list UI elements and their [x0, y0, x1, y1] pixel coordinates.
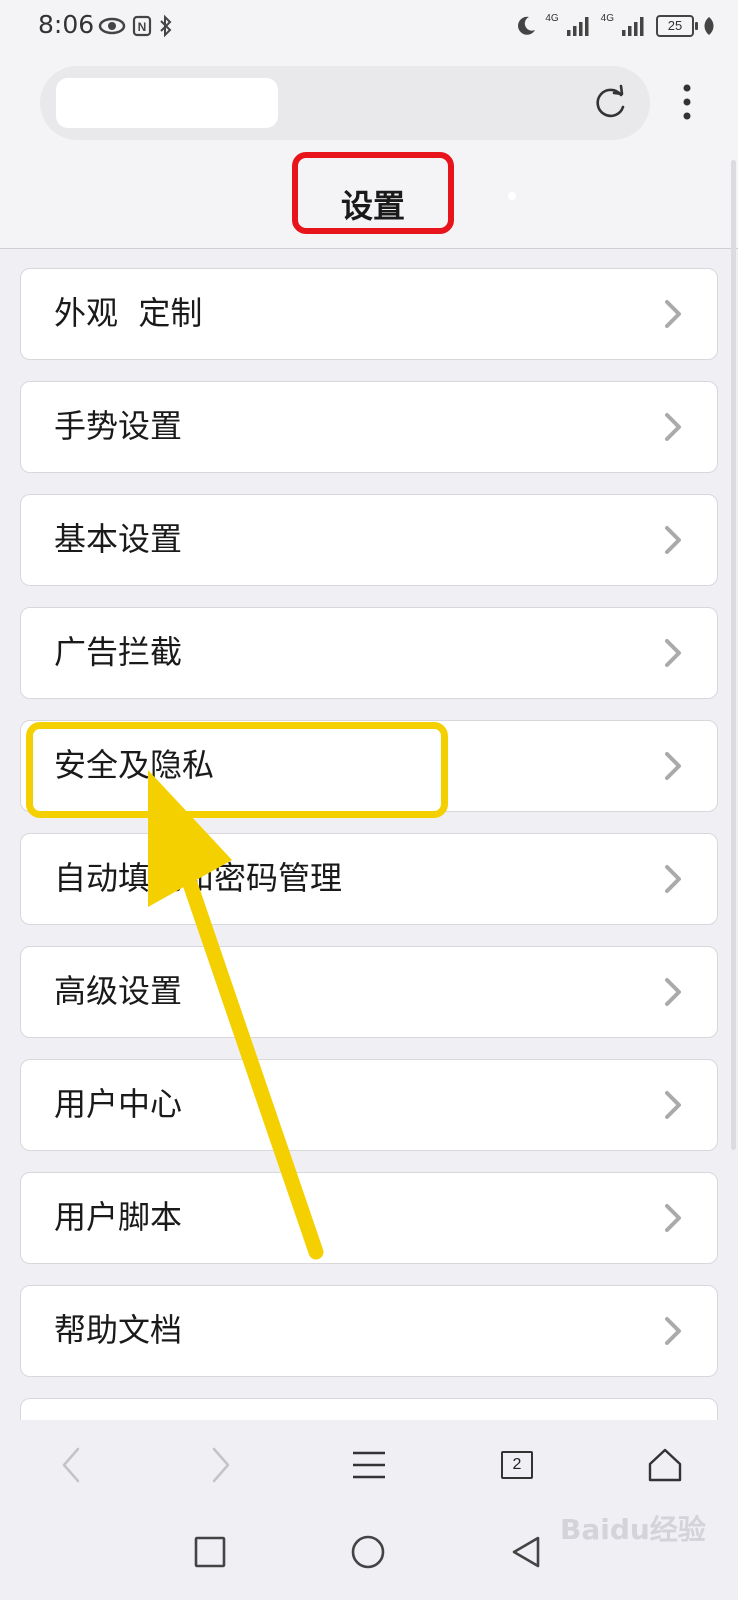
status-icons-right: 4G 4G 25	[515, 12, 716, 40]
home-icon	[648, 1448, 682, 1482]
home-button[interactable]	[640, 1440, 690, 1490]
chevron-right-icon	[665, 752, 681, 780]
url-input[interactable]	[56, 78, 278, 128]
chevron-right-icon	[665, 300, 681, 328]
watermark-logo: Baidu经验	[560, 1513, 706, 1546]
chevron-right-icon	[665, 865, 681, 893]
tabs-button[interactable]: 2	[492, 1440, 542, 1490]
network-label-2: 4G	[600, 12, 614, 24]
settings-item-label: 广告拦截	[54, 633, 183, 671]
menu-icon	[353, 1451, 385, 1479]
settings-item-advanced[interactable]: 高级设置	[20, 946, 718, 1038]
menu-button[interactable]	[344, 1440, 394, 1490]
settings-item-label: 高级设置	[54, 972, 183, 1010]
address-bar[interactable]	[40, 66, 650, 140]
status-bar: 8:06 N 4G 4G 25	[0, 0, 738, 52]
more-vertical-icon[interactable]	[670, 78, 704, 128]
back-button[interactable]	[46, 1440, 96, 1490]
browser-bar	[0, 52, 738, 152]
chevron-right-icon	[665, 1204, 681, 1232]
settings-item-adblock[interactable]: 广告拦截	[20, 607, 718, 699]
bottom-toolbar: 2	[0, 1420, 738, 1520]
triangle-back-icon[interactable]	[504, 1530, 548, 1574]
forward-button[interactable]	[196, 1440, 246, 1490]
chevron-right-icon	[665, 413, 681, 441]
page-title: 设置	[292, 152, 454, 234]
circle-icon[interactable]	[346, 1530, 390, 1574]
page-header: 设置	[0, 152, 738, 249]
moon-icon	[518, 16, 536, 35]
settings-item-label: 外观 定制	[54, 294, 203, 332]
settings-item-basic[interactable]: 基本设置	[20, 494, 718, 586]
settings-item-label: 手势设置	[54, 407, 183, 445]
settings-item-label: 用户脚本	[54, 1198, 183, 1236]
settings-item-label: 基本设置	[54, 520, 183, 558]
eye-icon	[98, 17, 126, 35]
square-icon[interactable]	[188, 1530, 232, 1574]
signal-icon	[566, 17, 589, 36]
chevron-right-icon	[665, 1091, 681, 1119]
bluetooth-icon	[160, 14, 172, 38]
settings-item-label: 帮助文档	[54, 1311, 183, 1349]
scrollbar[interactable]	[731, 160, 736, 1150]
signal-icon	[622, 17, 644, 36]
chevron-right-icon	[665, 526, 681, 554]
settings-item-help-docs[interactable]: 帮助文档	[20, 1285, 718, 1377]
svg-text:N: N	[138, 20, 147, 34]
reload-icon[interactable]	[590, 83, 630, 123]
settings-item-appearance[interactable]: 外观 定制	[20, 268, 718, 360]
chevron-right-icon	[665, 978, 681, 1006]
settings-item-label: 用户中心	[54, 1085, 183, 1123]
page-indicator-dot	[508, 192, 516, 200]
settings-item-gesture[interactable]: 手势设置	[20, 381, 718, 473]
settings-item-autofill-passwords[interactable]: 自动填充和密码管理	[20, 833, 718, 925]
status-icons-left: N	[98, 10, 174, 42]
chevron-right-icon	[665, 639, 681, 667]
nfc-icon: N	[132, 15, 152, 37]
settings-item-label: 安全及隐私	[54, 746, 215, 784]
settings-item-user-scripts[interactable]: 用户脚本	[20, 1172, 718, 1264]
chevron-right-icon	[665, 1317, 681, 1345]
settings-item-label: 自动填充和密码管理	[54, 859, 343, 897]
network-label-1: 4G	[545, 12, 559, 24]
chevron-right-icon	[212, 1447, 230, 1483]
settings-item-user-center[interactable]: 用户中心	[20, 1059, 718, 1151]
settings-item-security-privacy[interactable]: 安全及隐私	[20, 720, 718, 812]
chevron-left-icon	[62, 1447, 80, 1483]
tab-count: 2	[501, 1451, 533, 1479]
leaf-icon	[704, 17, 714, 35]
status-time: 8:06	[38, 10, 95, 39]
battery-indicator: 25	[656, 15, 698, 37]
